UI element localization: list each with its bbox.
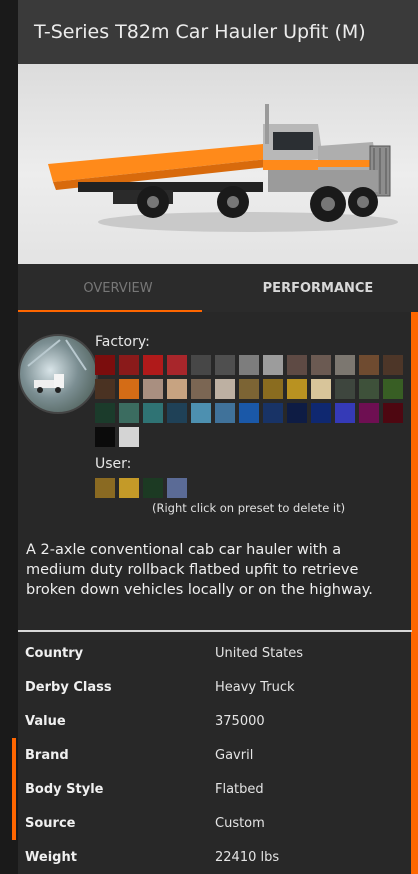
- property-row: Country United States: [18, 636, 412, 670]
- user-color-swatch[interactable]: [143, 478, 163, 498]
- title-bar: T-Series T82m Car Hauler Upfit (M): [18, 0, 418, 64]
- user-color-swatches: [95, 478, 407, 502]
- vehicle-info-panel: T-Series T82m Car Hauler Upfit (M) OVERV…: [12, 0, 418, 874]
- factory-color-swatch[interactable]: [167, 403, 187, 423]
- factory-color-swatch[interactable]: [335, 403, 355, 423]
- user-color-swatch[interactable]: [167, 478, 187, 498]
- property-row: Value 375000: [18, 704, 412, 738]
- tab-bar: OVERVIEW PERFORMANCE: [18, 264, 418, 312]
- scrollbar[interactable]: [411, 312, 418, 874]
- factory-color-swatch[interactable]: [191, 379, 211, 399]
- factory-color-swatch[interactable]: [95, 379, 115, 399]
- factory-color-swatch[interactable]: [95, 427, 115, 447]
- property-value: Heavy Truck: [215, 679, 295, 695]
- vehicle-title: T-Series T82m Car Hauler Upfit (M): [34, 21, 366, 43]
- vehicle-thumbnail: [18, 334, 98, 414]
- user-colors-label: User:: [95, 456, 132, 472]
- factory-color-swatches: [95, 355, 407, 451]
- property-list: Country United States Derby Class Heavy Tru…: [12, 636, 412, 874]
- property-value: United States: [215, 645, 304, 661]
- property-row: Body Style Flatbed: [12, 772, 412, 806]
- factory-color-swatch[interactable]: [95, 403, 115, 423]
- factory-color-swatch[interactable]: [191, 403, 211, 423]
- factory-color-swatch[interactable]: [311, 379, 331, 399]
- factory-color-swatch[interactable]: [263, 379, 283, 399]
- property-row: Brand Gavril: [12, 738, 412, 772]
- tab-performance[interactable]: PERFORMANCE: [218, 264, 418, 312]
- factory-color-swatch[interactable]: [359, 403, 379, 423]
- factory-color-swatch[interactable]: [215, 403, 235, 423]
- property-key: Weight: [25, 849, 77, 865]
- property-value: 375000: [215, 713, 265, 729]
- factory-color-swatch[interactable]: [143, 379, 163, 399]
- property-row: Source Custom: [12, 806, 412, 840]
- factory-color-swatch[interactable]: [143, 355, 163, 375]
- user-color-swatch[interactable]: [119, 478, 139, 498]
- factory-color-swatch[interactable]: [383, 379, 403, 399]
- truck-illustration: [48, 104, 398, 232]
- factory-color-swatch[interactable]: [359, 355, 379, 375]
- factory-color-swatch[interactable]: [239, 379, 259, 399]
- property-key: Country: [25, 645, 84, 661]
- factory-color-swatch[interactable]: [287, 379, 307, 399]
- property-value: Custom: [215, 815, 265, 831]
- factory-color-swatch[interactable]: [359, 379, 379, 399]
- factory-color-swatch[interactable]: [383, 403, 403, 423]
- property-marker: [12, 772, 16, 806]
- factory-color-swatch[interactable]: [239, 355, 259, 375]
- property-key: Derby Class: [25, 679, 112, 695]
- factory-color-swatch[interactable]: [167, 355, 187, 375]
- property-marker: [12, 738, 16, 772]
- factory-color-swatch[interactable]: [311, 403, 331, 423]
- property-key: Body Style: [25, 781, 104, 797]
- factory-color-swatch[interactable]: [239, 403, 259, 423]
- factory-color-swatch[interactable]: [383, 355, 403, 375]
- vehicle-preview-image: [18, 64, 418, 264]
- factory-color-swatch[interactable]: [335, 379, 355, 399]
- property-row: Weight 22410 lbs: [18, 840, 412, 874]
- factory-color-swatch[interactable]: [95, 355, 115, 375]
- user-color-swatch[interactable]: [95, 478, 115, 498]
- property-key: Value: [25, 713, 66, 729]
- factory-color-swatch[interactable]: [119, 427, 139, 447]
- factory-color-swatch[interactable]: [215, 379, 235, 399]
- factory-color-swatch[interactable]: [167, 379, 187, 399]
- factory-color-swatch[interactable]: [191, 355, 211, 375]
- factory-color-swatch[interactable]: [263, 403, 283, 423]
- property-key: Brand: [25, 747, 69, 763]
- factory-color-swatch[interactable]: [335, 355, 355, 375]
- factory-color-swatch[interactable]: [311, 355, 331, 375]
- vehicle-description: A 2-axle conventional cab car hauler wit…: [26, 542, 373, 598]
- factory-color-swatch[interactable]: [119, 379, 139, 399]
- factory-color-swatch[interactable]: [287, 403, 307, 423]
- property-value: Flatbed: [215, 781, 264, 797]
- section-divider: [18, 630, 412, 632]
- factory-colors-label: Factory:: [95, 334, 150, 350]
- factory-color-swatch[interactable]: [215, 355, 235, 375]
- factory-color-swatch[interactable]: [287, 355, 307, 375]
- tab-overview[interactable]: OVERVIEW: [18, 264, 218, 312]
- overview-content: Factory: User: (Right click on preset to…: [12, 312, 418, 874]
- preset-delete-hint: (Right click on preset to delete it): [152, 501, 346, 515]
- factory-color-swatch[interactable]: [119, 403, 139, 423]
- property-value: Gavril: [215, 747, 254, 763]
- factory-color-swatch[interactable]: [263, 355, 283, 375]
- property-marker: [12, 806, 16, 840]
- factory-color-swatch[interactable]: [119, 355, 139, 375]
- property-row: Derby Class Heavy Truck: [18, 670, 412, 704]
- property-value: 22410 lbs: [215, 849, 280, 865]
- factory-color-swatch[interactable]: [143, 403, 163, 423]
- property-key: Source: [25, 815, 76, 831]
